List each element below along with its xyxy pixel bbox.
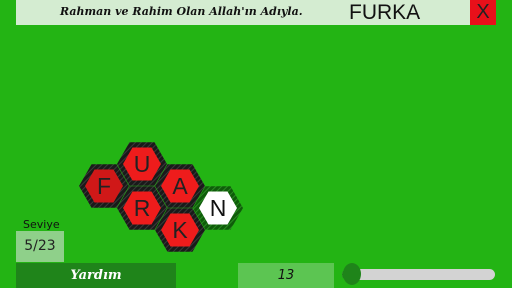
letter-board: FUARKN (79, 142, 243, 252)
tile-letter: N (210, 195, 227, 221)
tile-letter: U (134, 151, 151, 177)
tile-letter: F (97, 173, 111, 199)
tile-letter: R (134, 195, 151, 221)
level-indicator: 5/23 (16, 231, 64, 262)
tile-letter: K (172, 217, 188, 243)
slider-track[interactable] (342, 269, 495, 280)
slider-knob[interactable] (343, 263, 362, 285)
level-label: Seviye (23, 218, 60, 231)
tile-letter: A (172, 173, 188, 199)
help-button[interactable]: Yardım (16, 263, 176, 288)
counter-display: 13 (238, 263, 334, 288)
